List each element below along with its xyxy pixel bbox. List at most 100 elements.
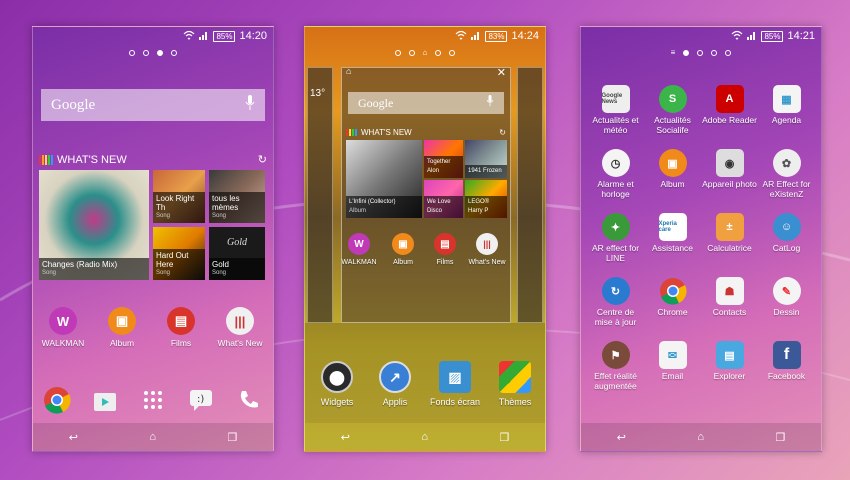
phone-icon[interactable] xyxy=(234,385,264,415)
app-album[interactable]: ▣ Album xyxy=(92,307,152,348)
page-dot[interactable] xyxy=(697,50,704,56)
app-sketch[interactable]: ✎ Dessin xyxy=(758,277,815,333)
app-whats-new[interactable]: ||| What's New xyxy=(462,233,512,268)
page-dot-active[interactable] xyxy=(683,50,690,56)
app-walkman[interactable]: W WALKMAN xyxy=(33,307,93,348)
mic-icon[interactable] xyxy=(486,94,494,112)
music-tile[interactable]: 1941 Frozen xyxy=(465,140,507,178)
app-walkman[interactable]: W WALKMAN xyxy=(334,233,384,268)
home-icon[interactable]: ⌂ xyxy=(149,431,156,443)
chrome-icon[interactable] xyxy=(42,385,72,415)
music-tile[interactable]: LEGO® Harry P xyxy=(465,180,507,218)
music-tile-large[interactable]: L'Infini (Collector) Album xyxy=(346,140,422,218)
nav-bar: ↩ ⌂ ❐ xyxy=(581,423,821,451)
dock: :) xyxy=(33,379,273,421)
page-dot[interactable] xyxy=(171,50,177,56)
explorer-icon: ▤ xyxy=(715,341,744,369)
back-icon[interactable]: ↩ xyxy=(617,431,626,444)
music-tile[interactable]: tous les mèmes Song xyxy=(209,170,265,223)
music-tile[interactable]: Gold Gold Song xyxy=(209,227,265,280)
clock: 14:20 xyxy=(239,30,267,42)
music-tile[interactable]: Together Alon xyxy=(424,140,463,178)
page-dot[interactable] xyxy=(129,50,135,56)
recents-icon[interactable]: ❐ xyxy=(499,431,509,444)
app-label: Effet réalité augmentée xyxy=(594,371,637,391)
back-icon[interactable]: ↩ xyxy=(69,431,78,444)
app-clock[interactable]: ◷ Alarme et horloge xyxy=(587,149,644,205)
side-page-left[interactable]: 13° xyxy=(307,67,333,323)
app-label: AR effect for LINE xyxy=(591,243,640,263)
app-ar-line[interactable]: ✦ AR effect for LINE xyxy=(587,213,644,269)
app-ar-effect[interactable]: ⚑ Effet réalité augmentée xyxy=(587,341,644,397)
calculator-icon: ± xyxy=(715,213,744,241)
tile-title: 1941 Frozen xyxy=(468,168,502,174)
page-dot[interactable] xyxy=(449,50,456,56)
socialife-icon: S xyxy=(658,85,687,113)
close-icon[interactable]: ✕ xyxy=(497,66,506,79)
status-bar: 85% 14:21 xyxy=(581,27,821,45)
app-films[interactable]: ▤ Films xyxy=(151,307,211,348)
music-tile[interactable]: Hard Out Here Song xyxy=(153,227,205,280)
messaging-icon[interactable]: :) xyxy=(186,385,216,415)
google-search-bar[interactable]: Google xyxy=(348,92,504,114)
app-camera[interactable]: ◉ Appareil photo xyxy=(701,149,758,205)
app-adobe-reader[interactable]: A Adobe Reader xyxy=(701,85,758,141)
app-email[interactable]: ✉ Email xyxy=(644,341,701,397)
page-dot[interactable] xyxy=(394,50,401,56)
home-page-card[interactable]: ⌂ ✕ Google WHAT'S NEW ↻ L'Infini (Collec… xyxy=(341,66,512,323)
weather-temp: 13° xyxy=(310,88,326,99)
menu-lines-icon[interactable]: ≡ xyxy=(671,49,676,57)
mic-icon[interactable] xyxy=(245,94,255,116)
tile-title: L'Infini (Collector) xyxy=(349,199,396,205)
option-apps[interactable]: ↗ Applis xyxy=(365,361,425,407)
clock: 14:24 xyxy=(511,30,539,42)
app-label: Explorer xyxy=(713,371,746,381)
option-themes[interactable]: Thèmes xyxy=(485,361,545,407)
set-home-icon[interactable]: ⌂ xyxy=(346,66,351,76)
recents-icon[interactable]: ❐ xyxy=(227,431,237,444)
app-news[interactable]: Google News Actualités et météo xyxy=(587,85,644,141)
app-label: Chrome xyxy=(657,307,688,317)
option-widgets[interactable]: ⬤ Widgets xyxy=(307,361,367,407)
app-album[interactable]: ▣ Album xyxy=(644,149,701,205)
app-facebook[interactable]: f Facebook xyxy=(758,341,815,397)
whats-new-logo-icon xyxy=(346,129,357,137)
app-chrome[interactable]: Chrome xyxy=(644,277,701,333)
option-wallpapers[interactable]: ▨ Fonds écran xyxy=(425,361,485,407)
home-icon[interactable]: ⌂ xyxy=(697,431,704,443)
music-tile-large[interactable]: Changes (Radio Mix) Song xyxy=(39,170,149,280)
app-support[interactable]: Xperia care Assistance xyxy=(644,213,701,269)
app-label: Appareil photo xyxy=(702,179,757,189)
app-calendar[interactable]: ▦ Agenda xyxy=(758,85,815,141)
page-dot[interactable] xyxy=(143,50,149,56)
play-store-icon[interactable] xyxy=(90,385,120,415)
home-page-dot-icon[interactable]: ⌂ xyxy=(423,49,428,57)
home-icon[interactable]: ⌂ xyxy=(421,431,428,443)
recents-icon[interactable]: ❐ xyxy=(775,431,785,444)
tile-title: We Love Disco xyxy=(427,199,451,214)
app-drawer-screen: 85% 14:21 ≡ Google News Actualités et mé… xyxy=(580,26,822,452)
app-drawer-icon[interactable] xyxy=(138,385,168,415)
page-dot[interactable] xyxy=(435,50,442,56)
app-explorer[interactable]: ▤ Explorer xyxy=(701,341,758,397)
app-catlog[interactable]: ☺ CatLog xyxy=(758,213,815,269)
app-socialife[interactable]: S Actualités Socialife xyxy=(644,85,701,141)
page-dot[interactable] xyxy=(408,50,415,56)
app-whats-new[interactable]: ||| What's New xyxy=(210,307,270,348)
refresh-icon[interactable]: ↻ xyxy=(258,153,267,166)
app-ar-existenz[interactable]: ✿ AR Effect for eXistenZ xyxy=(758,149,815,205)
side-page-right[interactable] xyxy=(517,67,543,323)
app-contacts[interactable]: ☗ Contacts xyxy=(701,277,758,333)
contacts-icon: ☗ xyxy=(715,277,744,305)
sketch-icon: ✎ xyxy=(772,277,801,305)
refresh-icon[interactable]: ↻ xyxy=(499,128,506,137)
google-search-bar[interactable]: Google xyxy=(41,89,265,121)
page-dot[interactable] xyxy=(711,50,718,56)
music-tile[interactable]: Look Right Th Song xyxy=(153,170,205,223)
page-dot-active[interactable] xyxy=(157,50,163,56)
app-update-center[interactable]: ↻ Centre de mise à jour xyxy=(587,277,644,333)
page-dot[interactable] xyxy=(725,50,732,56)
music-tile[interactable]: We Love Disco xyxy=(424,180,463,218)
app-calculator[interactable]: ± Calculatrice xyxy=(701,213,758,269)
back-icon[interactable]: ↩ xyxy=(341,431,350,444)
